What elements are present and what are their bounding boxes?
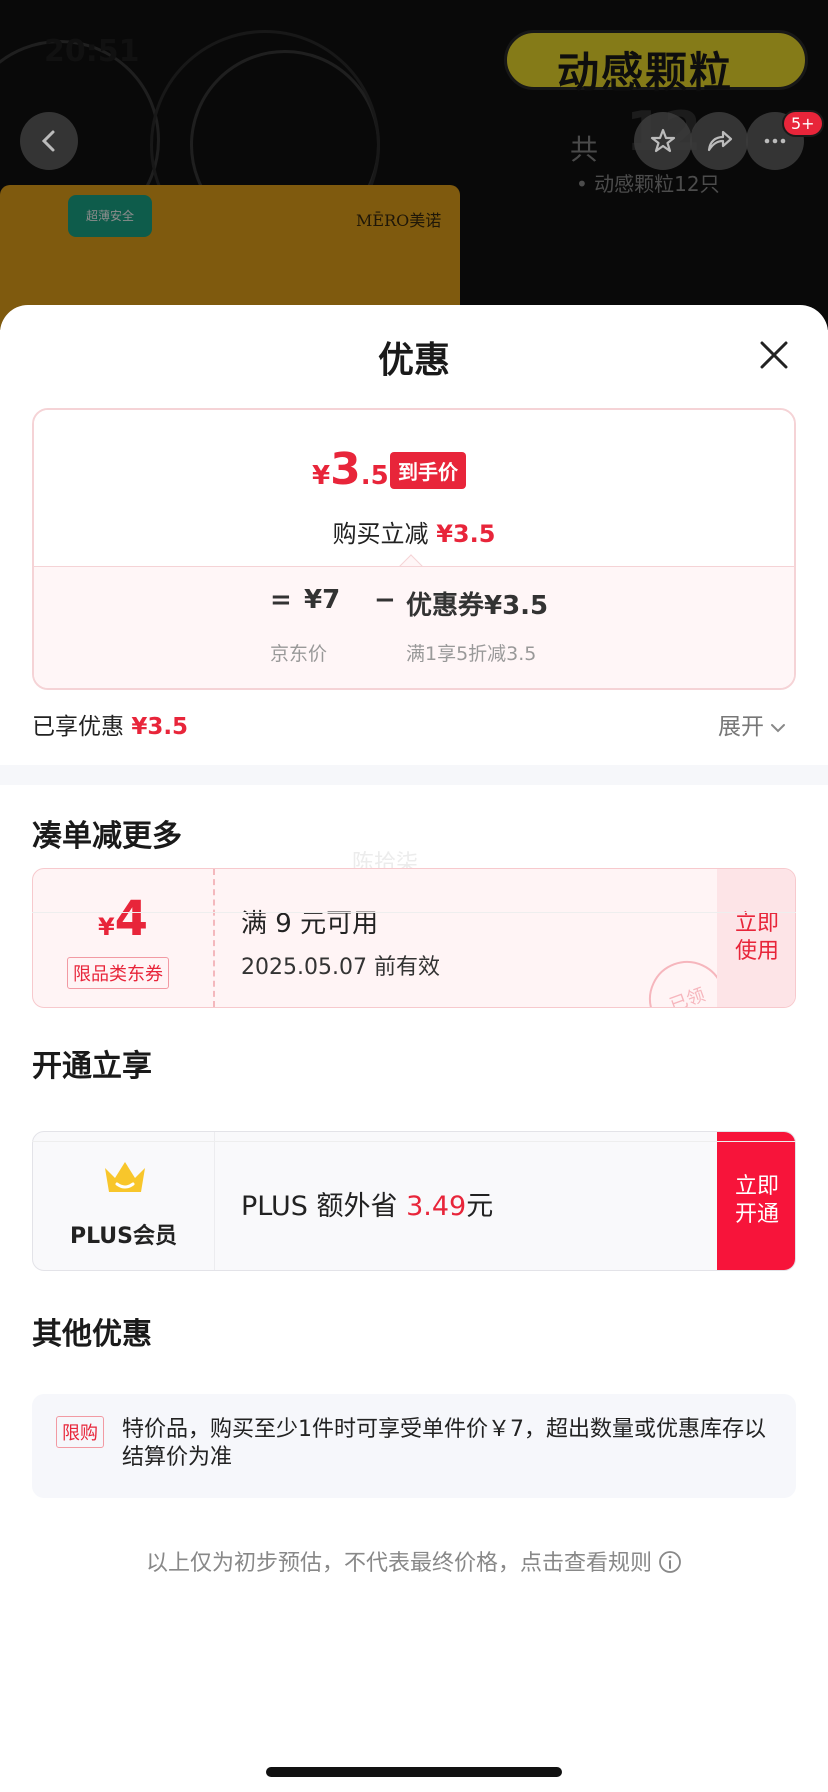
jd-price-value: ¥7 [304, 585, 341, 615]
close-icon [760, 341, 788, 369]
rules-footnote[interactable]: 以上仅为初步预估，不代表最终价格，点击查看规则 [0, 1545, 828, 1577]
jd-price-label: 京东价 [270, 643, 328, 665]
coupon-validity: 2025.05.07 前有效 [241, 955, 440, 980]
coupon-amount: ¥4 [33, 891, 213, 947]
rules-footnote-text: 以上仅为初步预估，不代表最终价格，点击查看规则 [145, 1551, 652, 1576]
coupon-amount-panel: ¥4 限品类东券 [33, 869, 215, 1007]
coupon-condition: 满 9 元可用 [241, 909, 379, 939]
instant-reduction-label: 购买立减 [332, 520, 429, 548]
enjoyed-discount-value: ¥3.5 [131, 714, 189, 740]
use-coupon-button[interactable]: 立即 使用 [717, 869, 795, 1007]
sheet-title: 优惠 [377, 340, 450, 381]
final-price-symbol: ¥ [312, 461, 331, 491]
expand-label: 展开 [718, 714, 764, 740]
equals-sign: = [270, 585, 292, 615]
final-price-decimal: .5 [360, 461, 389, 491]
limit-tag: 限购 [56, 1416, 104, 1448]
share-icon [707, 130, 733, 152]
price-summary-top: ¥3.5 到手价 购买立减 ¥3.5 [34, 410, 794, 566]
coupon-card[interactable]: ¥4 限品类东券 满 9 元可用 2025.05.07 前有效 已领 立即 使用 [32, 868, 796, 1008]
purchase-limit-notice: 限购 特价品，购买至少1件时可享受单件价￥7，超出数量或优惠库存以结算价为准 [32, 1394, 796, 1498]
plus-saving-suffix: 元 [466, 1191, 494, 1222]
discount-sheet: 优惠 ¥3.5 到手价 购买立减 ¥3.5 = ¥7 京东价 − 优惠券¥3.5… [0, 305, 828, 1792]
enjoyed-discount: 已享优惠 ¥3.5 [32, 707, 188, 741]
status-time: 20:51 [44, 34, 140, 69]
back-button[interactable] [20, 112, 78, 170]
enjoyed-discount-label: 已享优惠 [32, 714, 124, 740]
instant-reduction-value: ¥3.5 [436, 520, 496, 548]
final-price: ¥3.5 [312, 444, 389, 495]
limit-notice-text: 特价品，购买至少1件时可享受单件价￥7，超出数量或优惠库存以结算价为准 [122, 1417, 766, 1470]
close-button[interactable] [752, 333, 796, 377]
plus-badge-panel: PLUS会员 [33, 1132, 215, 1270]
plus-saving-amount: 3.49 [406, 1191, 467, 1222]
divider-line [32, 1141, 796, 1142]
section-title-other: 其他优惠 [32, 1317, 152, 1352]
cart-badge: 5+ [782, 110, 824, 137]
price-breakdown: = ¥7 京东价 − 优惠券¥3.5 满1享5折减3.5 [34, 566, 794, 688]
coupon-amount-value: 4 [114, 891, 149, 947]
instant-reduction: 购买立减 ¥3.5 [34, 514, 794, 549]
chevron-left-icon [41, 130, 55, 152]
star-icon [650, 128, 676, 153]
expand-toggle[interactable]: 展开 [718, 707, 786, 741]
info-icon [659, 1551, 681, 1573]
final-price-tag: 到手价 [390, 452, 466, 489]
chevron-down-icon [771, 724, 785, 733]
coupon-type-tag: 限品类东券 [67, 957, 169, 989]
minus-sign: − [374, 585, 396, 615]
crown-icon [105, 1162, 145, 1192]
share-button[interactable] [690, 112, 748, 170]
section-title-more: 凑单减更多 [32, 819, 182, 854]
coupon-amount-symbol: ¥ [97, 913, 115, 941]
final-price-integer: 3 [330, 444, 361, 495]
plus-card[interactable]: PLUS会员 PLUS 额外省 3.49元 立即 开通 [32, 1131, 796, 1271]
section-divider [0, 765, 828, 785]
plus-saving-text: PLUS 额外省 3.49元 [241, 1184, 493, 1223]
plus-label: PLUS会员 [69, 1224, 178, 1249]
activate-plus-button[interactable]: 立即 开通 [717, 1132, 795, 1270]
favorite-button[interactable] [634, 112, 692, 170]
price-summary-card: ¥3.5 到手价 购买立减 ¥3.5 = ¥7 京东价 − 优惠券¥3.5 满1… [32, 408, 796, 690]
home-indicator [266, 1767, 562, 1777]
section-title-plus: 开通立享 [32, 1049, 152, 1084]
plus-saving-prefix: PLUS 额外省 [241, 1191, 398, 1222]
divider-line [32, 912, 796, 913]
coupon-value: 优惠券¥3.5 [406, 591, 549, 621]
coupon-rule-label: 满1享5折减3.5 [406, 643, 537, 665]
